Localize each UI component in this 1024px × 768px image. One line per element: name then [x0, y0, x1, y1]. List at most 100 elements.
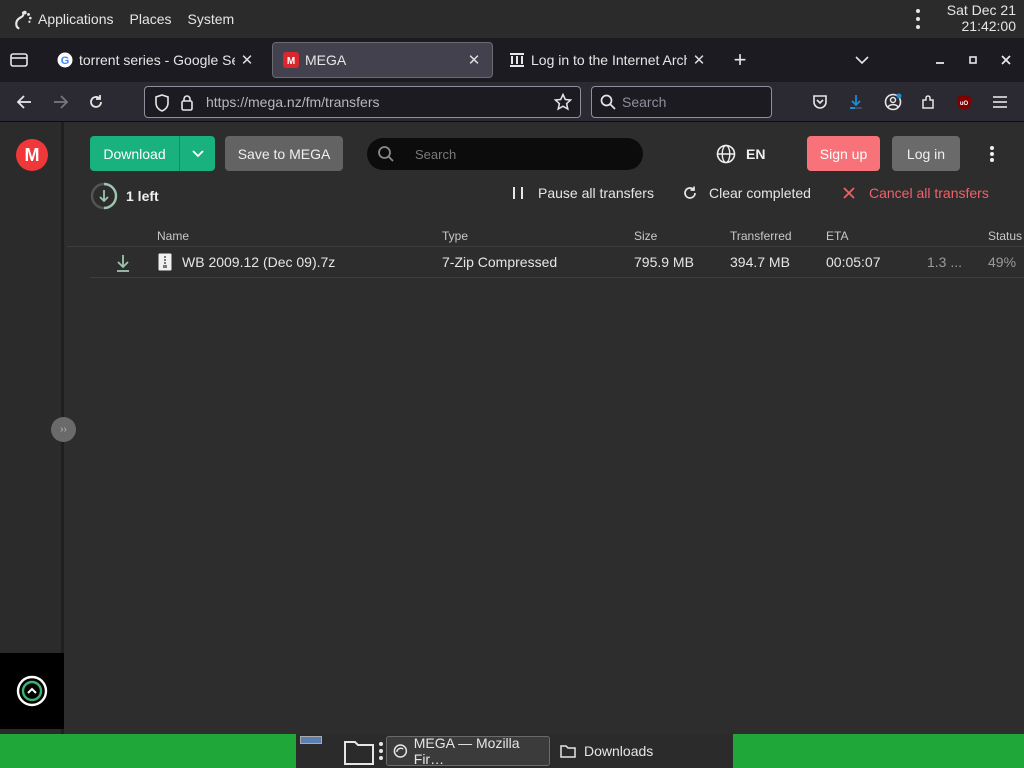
new-tab-icon[interactable]: + [730, 47, 750, 72]
save-to-mega-button[interactable]: Save to MEGA [225, 136, 343, 171]
close-window-icon[interactable] [996, 50, 1016, 70]
transfers-table-header: Name Type Size Transferred ETA Status [67, 225, 1024, 247]
downloads-icon[interactable] [846, 92, 866, 112]
svg-text:uO: uO [960, 101, 969, 107]
tab-title: Log in to the Internet Archive [531, 52, 687, 68]
pause-all-label: Pause all transfers [538, 185, 654, 201]
list-tabs-icon[interactable] [852, 50, 872, 70]
column-header-type[interactable]: Type [442, 229, 468, 243]
column-header-status[interactable]: Status [988, 229, 1022, 243]
download-button[interactable]: Download [90, 136, 215, 171]
url-text: https://mega.nz/fm/transfers [206, 94, 380, 110]
search-icon [600, 94, 616, 110]
login-button[interactable]: Log in [892, 136, 960, 171]
shield-icon[interactable] [154, 94, 170, 112]
gnome-foot-icon [15, 10, 32, 30]
firefox-view-icon[interactable] [8, 50, 30, 70]
folder-icon[interactable] [342, 735, 376, 767]
clock[interactable]: Sat Dec 21 21:42:00 [947, 2, 1016, 34]
pocket-icon[interactable] [810, 92, 830, 112]
close-tab-icon[interactable]: ✕ [239, 51, 255, 69]
system-label: System [187, 11, 235, 27]
app-menu-icon[interactable] [990, 92, 1010, 112]
clock-time: 21:42:00 [961, 18, 1017, 34]
back-icon[interactable] [14, 92, 34, 112]
download-label: Download [90, 136, 180, 171]
ublock-origin-icon[interactable]: uO [954, 92, 974, 112]
top-panel: Applications Places System Sat Dec 21 21… [0, 0, 1024, 38]
transfer-name: WB 2009.12 (Dec 09).7z [182, 254, 336, 270]
column-header-size[interactable]: Size [634, 229, 657, 243]
taskbar-firefox-label: MEGA — Mozilla Fir… [413, 735, 520, 767]
sidebar-toggle-icon[interactable]: ›› [51, 417, 76, 442]
search-icon [378, 146, 394, 162]
folder-icon [560, 745, 576, 758]
mega-page: M ›› Download Save to MEGA Search EN Sig… [0, 122, 1024, 734]
tab-internet-archive[interactable]: Log in to the Internet Archive ✕ [499, 42, 717, 78]
browser-search-input[interactable]: Search [591, 86, 772, 118]
taskbar-more-icon[interactable] [378, 742, 384, 760]
mega-sync-icon[interactable] [0, 653, 64, 729]
forward-icon[interactable] [51, 92, 71, 112]
svg-text:M: M [287, 56, 295, 67]
clear-completed-button[interactable]: Clear completed [683, 185, 811, 201]
workspace-switcher[interactable] [300, 736, 322, 744]
panel-more-icon[interactable] [915, 9, 921, 29]
signup-button[interactable]: Sign up [807, 136, 880, 171]
tab-google-search[interactable]: G torrent series - Google Search ✕ [47, 42, 265, 78]
transfers-left-counter: 1 left [90, 182, 159, 210]
svg-text:G: G [61, 55, 70, 67]
applications-menu[interactable]: Applications [0, 0, 122, 38]
taskbar-downloads-window[interactable]: Downloads [554, 736, 724, 766]
archive-icon [509, 52, 525, 68]
more-options-icon[interactable] [989, 146, 995, 162]
download-progress-icon [90, 182, 118, 210]
taskbar-firefox-window[interactable]: MEGA — Mozilla Fir… [386, 735, 550, 767]
cancel-all-transfers-button[interactable]: Cancel all transfers [843, 185, 989, 201]
url-bar[interactable]: https://mega.nz/fm/transfers [144, 86, 581, 118]
transfer-row[interactable]: WB 2009.12 (Dec 09).7z 7-Zip Compressed … [90, 247, 1024, 278]
bookmark-star-icon[interactable] [554, 93, 572, 111]
taskbar: MEGA — Mozilla Fir… Downloads [0, 734, 1024, 768]
globe-icon [716, 144, 736, 164]
lock-icon[interactable] [180, 94, 194, 111]
transfer-speed: 1.3 ... [927, 254, 963, 270]
column-header-transferred[interactable]: Transferred [730, 229, 792, 243]
taskbar-window-list: MEGA — Mozilla Fir… Downloads [296, 734, 733, 768]
firefox-icon [393, 744, 408, 758]
google-icon: G [57, 52, 73, 68]
account-icon[interactable] [882, 92, 904, 112]
transfer-eta: 00:05:07 [826, 254, 881, 270]
download-arrow-icon [117, 255, 129, 272]
language-label: EN [746, 146, 766, 162]
transfer-size: 795.9 MB [634, 254, 694, 270]
pause-icon [513, 187, 523, 199]
transfer-transferred: 394.7 MB [730, 254, 790, 270]
system-menu[interactable]: System [180, 0, 243, 38]
column-header-eta[interactable]: ETA [826, 229, 848, 243]
tab-mega[interactable]: M MEGA ✕ [272, 42, 493, 78]
minimize-icon[interactable] [930, 50, 950, 70]
close-tab-icon[interactable]: ✕ [691, 51, 707, 69]
mega-search-input[interactable]: Search [367, 138, 643, 170]
places-menu[interactable]: Places [122, 0, 180, 38]
navigation-bar: https://mega.nz/fm/transfers Search uO [0, 82, 1024, 122]
clear-completed-label: Clear completed [709, 185, 811, 201]
pause-all-transfers-button[interactable]: Pause all transfers [512, 185, 654, 201]
places-label: Places [129, 11, 172, 27]
reload-icon[interactable] [86, 92, 106, 112]
language-selector[interactable]: EN [716, 144, 765, 164]
transfer-status: 49% [988, 254, 1017, 270]
column-header-name[interactable]: Name [157, 229, 189, 243]
taskbar-downloads-label: Downloads [584, 743, 654, 759]
clock-date: Sat Dec 21 [946, 2, 1016, 18]
maximize-icon[interactable] [963, 50, 983, 70]
tab-title: torrent series - Google Search [79, 52, 235, 68]
extensions-icon[interactable] [918, 92, 938, 112]
chevron-down-icon[interactable] [180, 136, 215, 171]
close-tab-icon[interactable]: ✕ [466, 51, 482, 69]
transfer-type: 7-Zip Compressed [442, 254, 558, 270]
search-placeholder: Search [622, 94, 667, 110]
archive-file-icon [158, 253, 172, 271]
mega-logo-icon[interactable]: M [16, 139, 48, 171]
